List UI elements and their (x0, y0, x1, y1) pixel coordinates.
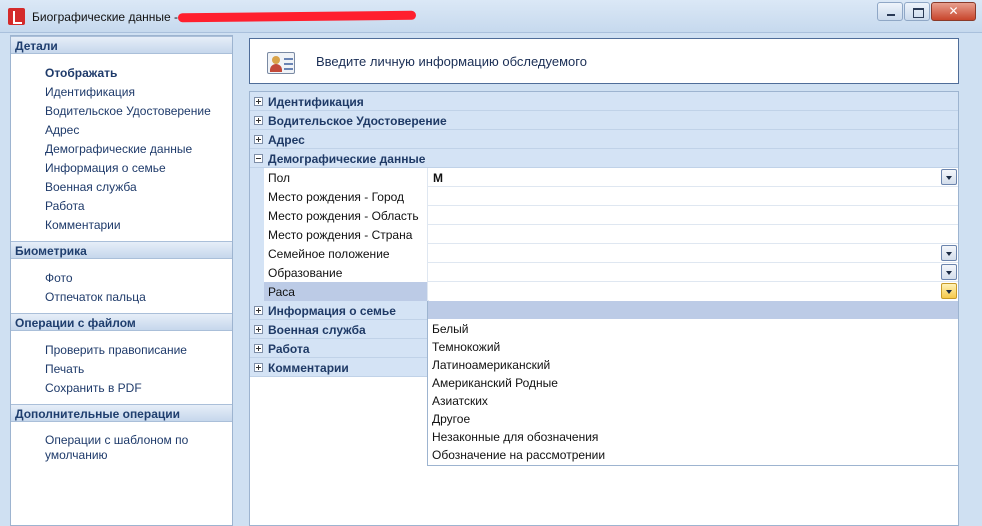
group-header-file-ops[interactable]: Операции с файлом (11, 313, 232, 331)
sidebar-item-drivers-license[interactable]: Водительское Удостоверение (45, 104, 211, 118)
expand-plus-icon[interactable] (254, 325, 263, 334)
chevron-down-icon[interactable] (941, 264, 957, 280)
collapse-minus-icon[interactable] (254, 154, 263, 163)
expand-plus-icon[interactable] (254, 97, 263, 106)
window-controls (877, 2, 976, 21)
property-row-race[interactable]: Раса (250, 282, 958, 301)
dropdown-option[interactable]: Обозначение на рассмотрении (432, 448, 605, 462)
category-military[interactable]: Военная служба (250, 320, 428, 339)
property-row-birth-city[interactable]: Место рождения - Город (250, 187, 958, 206)
property-value-sex[interactable]: М (429, 168, 958, 187)
task-sidebar: Детали Отображать Идентификация Водитель… (10, 35, 233, 526)
category-label: Работа (268, 342, 310, 356)
expand-plus-icon[interactable] (254, 135, 263, 144)
window-frame-right (973, 35, 982, 526)
category-demographics[interactable]: Демографические данные (250, 149, 958, 168)
category-label: Идентификация (268, 95, 364, 109)
property-value-birth-city[interactable] (429, 187, 958, 206)
category-work[interactable]: Работа (250, 339, 428, 358)
title-bar: Биографические данные - (0, 0, 982, 33)
property-name: Образование (264, 263, 428, 282)
sidebar-item-photo[interactable]: Фото (45, 271, 73, 285)
dropdown-option[interactable]: Белый (432, 322, 468, 336)
category-label: Водительское Удостоверение (268, 114, 447, 128)
group-header-extra-ops[interactable]: Дополнительные операции (11, 404, 232, 422)
property-value-race[interactable] (429, 282, 958, 301)
sidebar-item-display[interactable]: Отображать (45, 66, 117, 80)
minimize-button[interactable] (877, 2, 903, 21)
dropdown-option[interactable]: Американский Родные (432, 376, 558, 390)
sidebar-item-demographics[interactable]: Демографические данные (45, 142, 192, 156)
property-row-birth-country[interactable]: Место рождения - Страна (250, 225, 958, 244)
redaction-mark (177, 10, 417, 23)
sidebar-item-work[interactable]: Работа (45, 199, 85, 213)
group-header-biometrics[interactable]: Биометрика (11, 241, 232, 259)
category-identification[interactable]: Идентификация (250, 92, 958, 111)
expand-plus-icon[interactable] (254, 363, 263, 372)
category-label: Информация о семье (268, 304, 396, 318)
expand-plus-icon[interactable] (254, 116, 263, 125)
property-value-birth-region[interactable] (429, 206, 958, 225)
property-name: Раса (264, 282, 428, 301)
sidebar-item-military[interactable]: Военная служба (45, 180, 137, 194)
group-header-details[interactable]: Детали (11, 36, 232, 54)
category-drivers-license[interactable]: Водительское Удостоверение (250, 111, 958, 130)
dropdown-option[interactable]: Латиноамериканский (432, 358, 550, 372)
window-title: Биографические данные - (32, 10, 178, 24)
category-label: Адрес (268, 133, 305, 147)
sidebar-item-print[interactable]: Печать (45, 362, 84, 376)
property-name: Место рождения - Город (264, 187, 428, 206)
info-title: Введите личную информацию обследуемого (316, 54, 587, 69)
property-row-marital-status[interactable]: Семейное положение (250, 244, 958, 263)
sidebar-item-save-pdf[interactable]: Сохранить в PDF (45, 381, 142, 395)
category-label: Демографические данные (268, 152, 426, 166)
dropdown-header-strip (428, 301, 958, 319)
expand-plus-icon[interactable] (254, 306, 263, 315)
chevron-down-icon[interactable] (941, 245, 957, 261)
expand-plus-icon[interactable] (254, 344, 263, 353)
info-header: Введите личную информацию обследуемого (249, 38, 959, 84)
sidebar-item-family[interactable]: Информация о семье (45, 161, 166, 175)
close-button[interactable] (931, 2, 976, 21)
dropdown-option[interactable]: Незаконные для обозначения (432, 430, 598, 444)
sidebar-item-identification[interactable]: Идентификация (45, 85, 135, 99)
property-name: Место рождения - Страна (264, 225, 428, 244)
chevron-down-icon[interactable] (941, 283, 957, 299)
dropdown-option[interactable]: Другое (432, 412, 470, 426)
sidebar-item-spellcheck[interactable]: Проверить правописание (45, 343, 187, 357)
property-name: Семейное положение (264, 244, 428, 263)
maximize-button[interactable] (904, 2, 930, 21)
chevron-down-icon[interactable] (941, 169, 957, 185)
dropdown-option[interactable]: Темнокожий (432, 340, 500, 354)
property-row-education[interactable]: Образование (250, 263, 958, 282)
category-address[interactable]: Адрес (250, 130, 958, 149)
race-dropdown-list[interactable]: Белый Темнокожий Латиноамериканский Амер… (427, 301, 959, 466)
person-card-icon (267, 52, 295, 74)
property-name: Место рождения - Область (264, 206, 428, 225)
dropdown-option[interactable]: Азиатских (432, 394, 488, 408)
property-row-sex[interactable]: Пол М (250, 168, 958, 187)
category-label: Военная служба (268, 323, 366, 337)
property-value-education[interactable] (429, 263, 958, 282)
sidebar-item-default-template[interactable]: Операции с шаблоном по умолчанию (45, 433, 215, 463)
property-value-marital-status[interactable] (429, 244, 958, 263)
category-label: Комментарии (268, 361, 349, 375)
property-name: Пол (264, 168, 428, 187)
sidebar-item-address[interactable]: Адрес (45, 123, 79, 137)
property-row-birth-region[interactable]: Место рождения - Область (250, 206, 958, 225)
property-value-birth-country[interactable] (429, 225, 958, 244)
category-comments[interactable]: Комментарии (250, 358, 428, 377)
sidebar-item-comments[interactable]: Комментарии (45, 218, 121, 232)
sidebar-item-fingerprint[interactable]: Отпечаток пальца (45, 290, 146, 304)
app-icon (8, 8, 25, 25)
